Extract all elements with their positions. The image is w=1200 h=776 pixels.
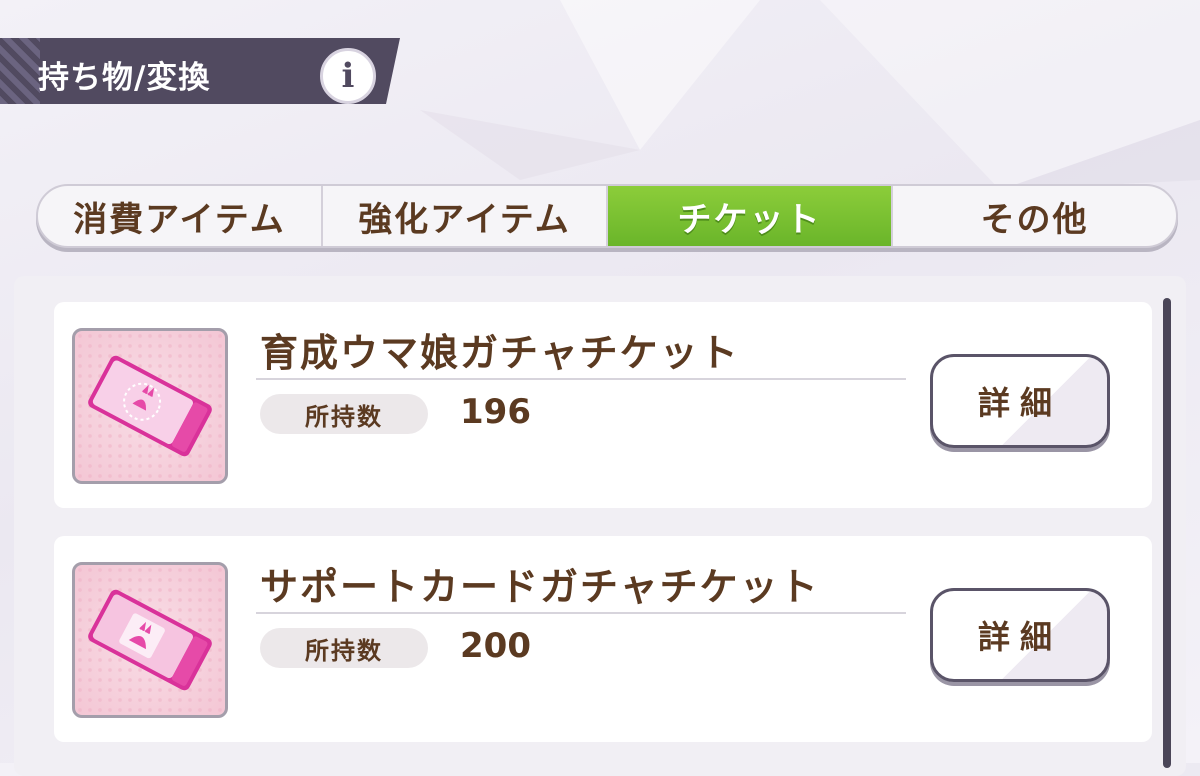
tab-tickets[interactable]: チケット [608,186,893,246]
item-divider [256,378,906,380]
quantity-label: 所持数 [260,628,428,668]
list-item: サポートカードガチャチケット 所持数 200 詳細 [54,536,1152,742]
quantity-label: 所持数 [260,394,428,434]
category-tabs: 消費アイテム 強化アイテム チケット その他 [36,184,1178,248]
support-card-gacha-ticket-icon [72,562,228,718]
item-name: 育成ウマ娘ガチャチケット [260,331,740,375]
scrollbar[interactable] [1163,298,1171,768]
header-stripe-decoration [0,38,40,104]
page-title: 持ち物/変換 [38,60,211,96]
item-name: サポートカードガチャチケット [260,565,820,609]
training-gacha-ticket-icon [72,328,228,484]
info-button[interactable]: i [320,48,376,104]
quantity-value: 196 [460,392,531,432]
detail-button[interactable]: 詳細 [930,588,1110,682]
page-header: 持ち物/変換 i [0,38,400,104]
tab-enhancement[interactable]: 強化アイテム [323,186,608,246]
tab-consumables[interactable]: 消費アイテム [38,186,323,246]
quantity-value: 200 [460,626,531,666]
list-item: 育成ウマ娘ガチャチケット 所持数 196 詳細 [54,302,1152,508]
item-divider [256,612,906,614]
tab-others[interactable]: その他 [893,186,1176,246]
detail-button[interactable]: 詳細 [930,354,1110,448]
